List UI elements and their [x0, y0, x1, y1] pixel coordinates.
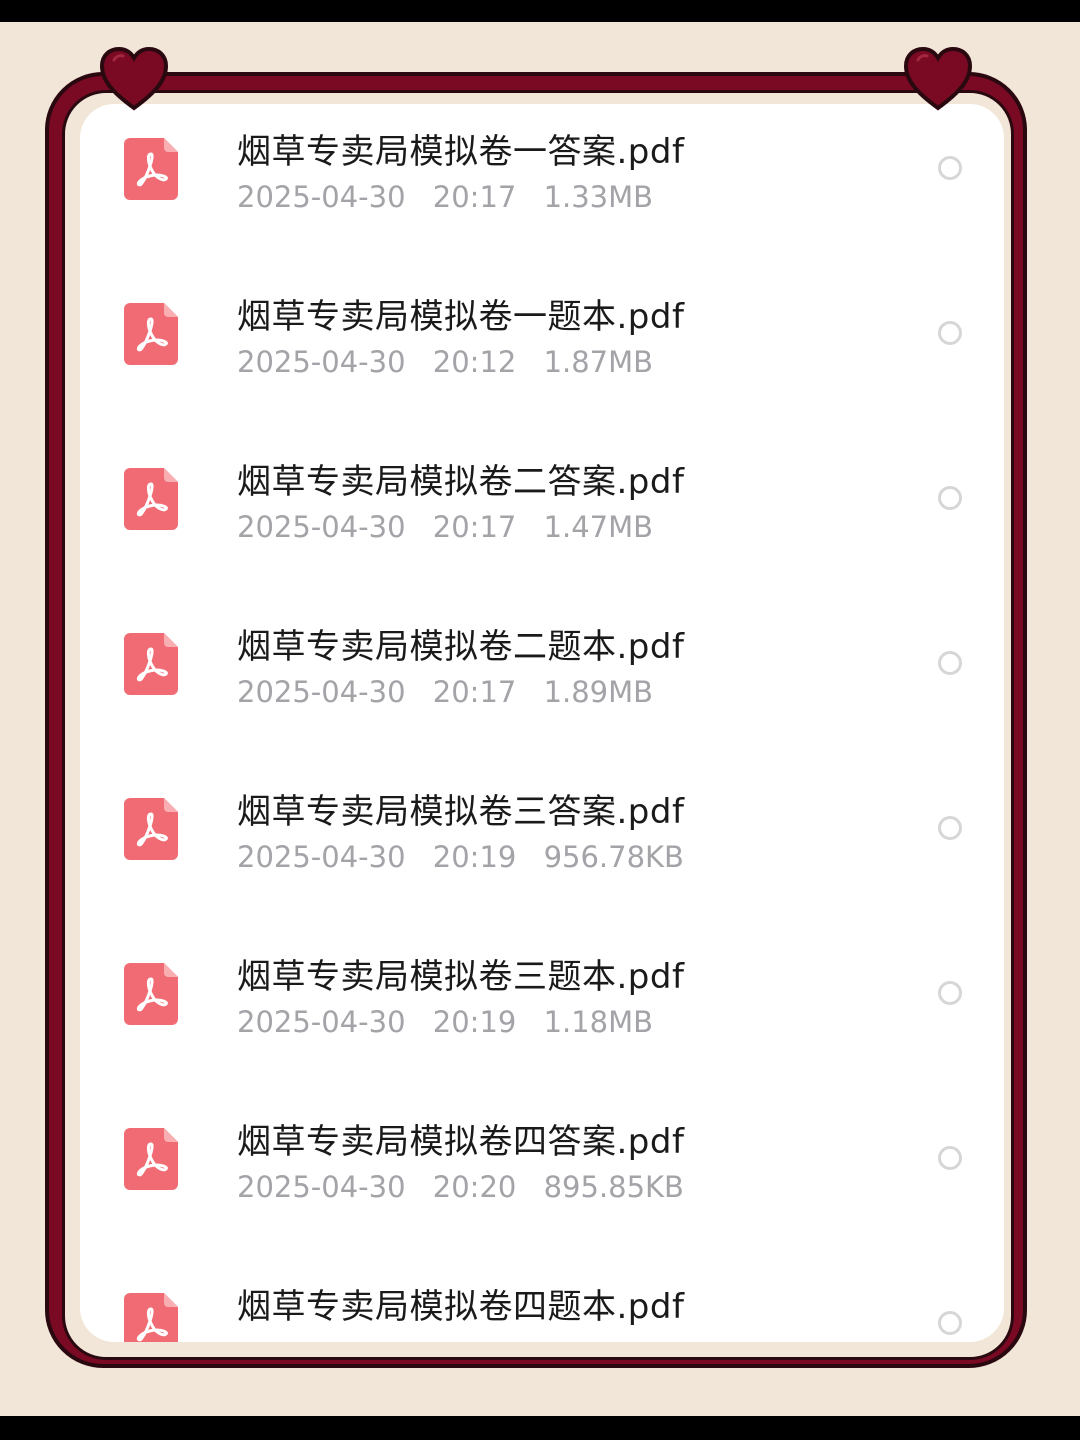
file-meta: 2025-04-30 20:17 1.47MB	[237, 510, 671, 544]
file-name: 烟草专卖局模拟卷三答案.pdf	[237, 792, 685, 832]
file-size: 956.78KB	[543, 840, 684, 874]
heart-icon	[903, 46, 973, 111]
file-name: 烟草专卖局模拟卷二答案.pdf	[237, 462, 685, 502]
file-row[interactable]: 烟草专卖局模拟卷一题本.pdf 2025-04-30 20:12 1.87MB	[80, 269, 1004, 434]
heart-icon	[99, 46, 169, 111]
file-name: 烟草专卖局模拟卷一答案.pdf	[237, 132, 685, 172]
pdf-icon	[124, 1128, 178, 1190]
pdf-icon	[124, 138, 178, 200]
file-meta: 2025-04-30 20:12 1.87MB	[237, 345, 671, 379]
file-name: 烟草专卖局模拟卷二题本.pdf	[237, 627, 685, 667]
file-date: 2025-04-30	[237, 675, 406, 709]
file-date: 2025-04-30	[237, 840, 406, 874]
select-radio[interactable]	[938, 1311, 962, 1335]
file-meta: 2025-04-30 20:20 895.85KB	[237, 1170, 702, 1204]
select-radio[interactable]	[938, 651, 962, 675]
pdf-icon	[124, 1293, 178, 1342]
file-row[interactable]: 烟草专卖局模拟卷四答案.pdf 2025-04-30 20:20 895.85K…	[80, 1094, 1004, 1259]
pdf-icon	[124, 468, 178, 530]
file-meta: 2025-04-30 20:19 1.18MB	[237, 1005, 671, 1039]
pdf-icon	[124, 633, 178, 695]
file-row[interactable]: 烟草专卖局模拟卷四题本.pdf	[80, 1259, 1004, 1342]
file-name: 烟草专卖局模拟卷三题本.pdf	[237, 957, 685, 997]
file-size: 1.33MB	[543, 180, 654, 214]
pdf-icon	[124, 798, 178, 860]
file-name: 烟草专卖局模拟卷一题本.pdf	[237, 297, 685, 337]
file-row[interactable]: 烟草专卖局模拟卷一答案.pdf 2025-04-30 20:17 1.33MB	[80, 104, 1004, 269]
file-row[interactable]: 烟草专卖局模拟卷二答案.pdf 2025-04-30 20:17 1.47MB	[80, 434, 1004, 599]
file-meta: 2025-04-30 20:17 1.89MB	[237, 675, 671, 709]
file-meta	[237, 1335, 291, 1342]
file-name: 烟草专卖局模拟卷四答案.pdf	[237, 1122, 685, 1162]
file-date: 2025-04-30	[237, 1005, 406, 1039]
file-size: 895.85KB	[543, 1170, 684, 1204]
file-list: 烟草专卖局模拟卷一答案.pdf 2025-04-30 20:17 1.33MB …	[80, 104, 1004, 1342]
file-size: 1.18MB	[543, 1005, 654, 1039]
file-size: 1.47MB	[543, 510, 654, 544]
file-date: 2025-04-30	[237, 1170, 406, 1204]
bottom-black-bar	[0, 1416, 1080, 1440]
file-time: 20:19	[432, 840, 517, 874]
file-date: 2025-04-30	[237, 510, 406, 544]
file-time: 20:17	[432, 675, 517, 709]
file-row[interactable]: 烟草专卖局模拟卷二题本.pdf 2025-04-30 20:17 1.89MB	[80, 599, 1004, 764]
file-size: 1.87MB	[543, 345, 654, 379]
file-date: 2025-04-30	[237, 180, 406, 214]
file-size: 1.89MB	[543, 675, 654, 709]
select-radio[interactable]	[938, 321, 962, 345]
pdf-icon	[124, 303, 178, 365]
select-radio[interactable]	[938, 981, 962, 1005]
file-name: 烟草专卖局模拟卷四题本.pdf	[237, 1287, 685, 1327]
select-radio[interactable]	[938, 486, 962, 510]
top-black-bar	[0, 0, 1080, 22]
pdf-icon	[124, 963, 178, 1025]
file-time: 20:19	[432, 1005, 517, 1039]
select-radio[interactable]	[938, 156, 962, 180]
file-time: 20:12	[432, 345, 517, 379]
file-row[interactable]: 烟草专卖局模拟卷三题本.pdf 2025-04-30 20:19 1.18MB	[80, 929, 1004, 1094]
file-time: 20:20	[432, 1170, 517, 1204]
file-meta: 2025-04-30 20:17 1.33MB	[237, 180, 671, 214]
file-date: 2025-04-30	[237, 345, 406, 379]
select-radio[interactable]	[938, 1146, 962, 1170]
select-radio[interactable]	[938, 816, 962, 840]
file-meta: 2025-04-30 20:19 956.78KB	[237, 840, 702, 874]
file-time: 20:17	[432, 180, 517, 214]
file-row[interactable]: 烟草专卖局模拟卷三答案.pdf 2025-04-30 20:19 956.78K…	[80, 764, 1004, 929]
file-time: 20:17	[432, 510, 517, 544]
